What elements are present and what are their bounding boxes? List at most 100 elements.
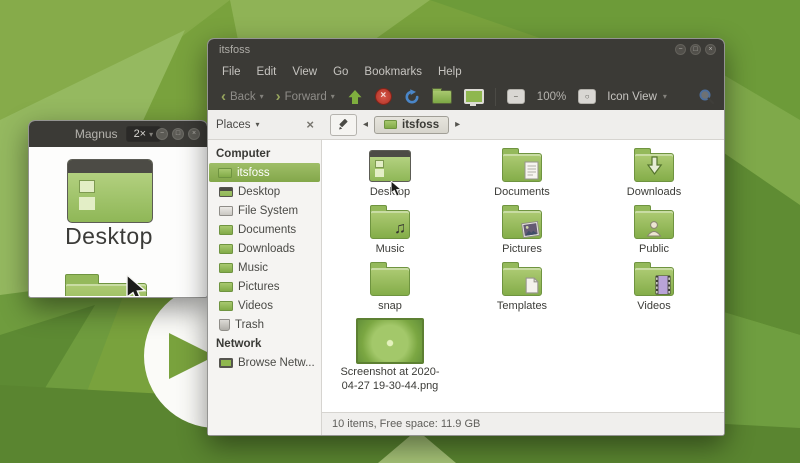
folder-icon (370, 267, 410, 296)
sidebar-item-trash[interactable]: Trash (210, 315, 319, 334)
menu-go[interactable]: Go (325, 66, 356, 78)
sidebar-item-pictures[interactable]: Pictures (210, 277, 319, 296)
folder-icon (218, 168, 232, 178)
stop-button[interactable]: × (370, 88, 397, 105)
file-item-templates[interactable]: Templates (456, 261, 588, 318)
arrow-up-icon (347, 89, 363, 105)
file-item-pictures[interactable]: Pictures (456, 204, 588, 261)
sidebar-item-downloads[interactable]: Downloads (210, 239, 319, 258)
places-header[interactable]: Places ▾ × (208, 117, 322, 132)
desktop-icon (219, 187, 233, 197)
folder-icon (432, 90, 452, 104)
videos-folder-icon (634, 267, 674, 296)
pencil-icon (337, 118, 350, 131)
music-folder-icon: ♫ (370, 210, 410, 239)
zoom-in-button[interactable]: ○ (573, 89, 601, 104)
documents-folder-icon (502, 153, 542, 182)
status-bar: 10 items, Free space: 11.9 GB (322, 412, 724, 435)
menubar: File Edit View Go Bookmarks Help (208, 60, 724, 83)
zoom-out-button[interactable]: − (502, 89, 530, 104)
folder-icon (219, 282, 233, 292)
folder-icon (384, 120, 397, 129)
forward-button[interactable]: › Forward ▾ (271, 89, 340, 104)
search-icon (698, 88, 715, 105)
toolbar: ‹ Back ▾ › Forward ▾ × (208, 83, 724, 110)
folder-icon (219, 225, 233, 235)
file-grid: Desktop Documents (322, 140, 724, 412)
folder-icon-magnified (65, 283, 147, 296)
magnus-titlebar[interactable]: Magnus 2× ▾ − □ × (29, 121, 207, 147)
trash-icon (219, 319, 230, 331)
minimize-button[interactable]: − (675, 44, 686, 55)
titlebar[interactable]: itsfoss − □ × (208, 39, 724, 60)
computer-button[interactable] (459, 89, 489, 104)
file-item-documents[interactable]: Documents (456, 147, 588, 204)
maximize-button[interactable]: □ (172, 128, 184, 140)
magnus-magnified-view: Desktop (29, 147, 207, 296)
magnus-window: Magnus 2× ▾ − □ × Desktop (28, 120, 208, 298)
close-sidebar-icon[interactable]: × (306, 117, 314, 132)
film-strip-icon (655, 275, 671, 295)
file-item-desktop[interactable]: Desktop (324, 147, 456, 204)
sidebar-item-file-system[interactable]: File System (210, 201, 319, 220)
sidebar-item-desktop[interactable]: Desktop (210, 182, 319, 201)
minimize-button[interactable]: − (156, 128, 168, 140)
music-note-icon: ♫ (394, 220, 406, 238)
sidebar-header-network: Network (208, 334, 321, 353)
sidebar-item-videos[interactable]: Videos (210, 296, 319, 315)
folder-icon (219, 301, 233, 311)
path-scroll-right-icon[interactable]: ▸ (449, 119, 466, 130)
computer-icon (464, 89, 484, 104)
refresh-button[interactable] (399, 89, 425, 105)
path-button-current[interactable]: itsfoss (374, 116, 449, 134)
file-item-videos[interactable]: Videos (588, 261, 720, 318)
view-mode-select[interactable]: Icon View (603, 91, 661, 103)
menu-help[interactable]: Help (430, 66, 470, 78)
sidebar-item-music[interactable]: Music (210, 258, 319, 277)
file-item-downloads[interactable]: Downloads (588, 147, 720, 204)
document-icon (524, 161, 540, 181)
edit-location-button[interactable] (330, 114, 357, 136)
status-text: 10 items, Free space: 11.9 GB (332, 418, 480, 430)
up-button[interactable] (342, 89, 368, 105)
sidebar-item-browse-network[interactable]: Browse Netw... (210, 353, 319, 372)
path-folder-label: itsfoss (402, 119, 439, 131)
pictures-folder-icon (502, 210, 542, 239)
sidebar-item-itsfoss[interactable]: itsfoss (209, 163, 320, 182)
chevron-down-icon: ▾ (260, 92, 264, 101)
path-scroll-left-icon[interactable]: ◂ (357, 119, 374, 130)
close-button[interactable]: × (705, 44, 716, 55)
back-button[interactable]: ‹ Back ▾ (216, 89, 269, 104)
places-sidebar: Computer itsfoss Desktop File System Doc… (208, 140, 322, 435)
file-item-music[interactable]: ♫ Music (324, 204, 456, 261)
menu-file[interactable]: File (214, 66, 249, 78)
file-item-public[interactable]: Public (588, 204, 720, 261)
file-item-screenshot[interactable]: Screenshot at 2020-04-27 19-30-44.png (324, 318, 456, 402)
window-title: itsfoss (219, 44, 675, 56)
home-folder-button[interactable] (427, 90, 457, 104)
downloads-folder-icon (634, 153, 674, 182)
search-button[interactable] (693, 88, 720, 105)
network-icon (219, 358, 233, 368)
menu-bookmarks[interactable]: Bookmarks (356, 66, 430, 78)
chevron-down-icon: ▾ (256, 120, 260, 129)
chevron-right-icon: › (276, 89, 281, 104)
toolbar-separator (495, 88, 496, 106)
public-folder-icon (634, 210, 674, 239)
chevron-down-icon: ▾ (149, 130, 153, 139)
zoom-in-icon: ○ (578, 89, 596, 104)
places-label: Places (216, 119, 251, 131)
close-button[interactable]: × (188, 128, 200, 140)
maximize-button[interactable]: □ (690, 44, 701, 55)
image-thumbnail (356, 318, 424, 364)
zoom-level[interactable]: 100% (532, 91, 571, 103)
desktop-icon-magnified (67, 159, 153, 223)
magnified-label: Desktop (29, 223, 189, 250)
file-item-snap[interactable]: snap (324, 261, 456, 318)
file-manager-window: itsfoss − □ × File Edit View Go Bookmark… (207, 38, 725, 436)
menu-view[interactable]: View (284, 66, 325, 78)
magnus-zoom-value: 2× (134, 128, 147, 140)
menu-edit[interactable]: Edit (249, 66, 285, 78)
sidebar-header-computer: Computer (208, 144, 321, 163)
sidebar-item-documents[interactable]: Documents (210, 220, 319, 239)
